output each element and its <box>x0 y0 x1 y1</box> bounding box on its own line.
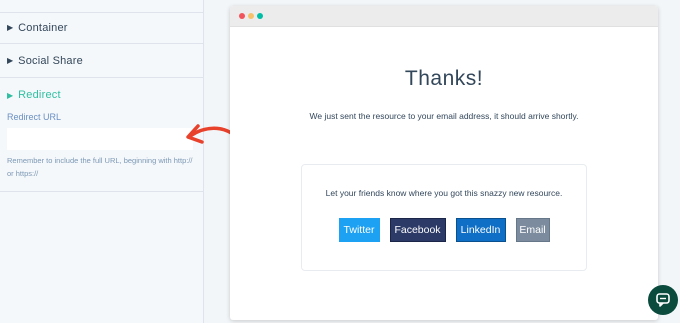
browser-toolbar <box>230 6 658 27</box>
thanks-heading: Thanks! <box>404 67 484 90</box>
redirect-url-input[interactable] <box>7 128 193 150</box>
redirect-settings: Redirect URL Remember to include the ful… <box>0 112 203 180</box>
caret-right-icon: ▶ <box>7 23 14 32</box>
chat-bubble-icon <box>656 293 670 307</box>
settings-sidebar: ▶ Container ▶ Social Share ▶ Redirect Re… <box>0 0 204 323</box>
section-label: Container <box>18 21 68 34</box>
share-buttons: Twitter Facebook LinkedIn Email <box>302 218 586 242</box>
section-redirect[interactable]: ▶ Redirect <box>0 80 203 110</box>
section-label: Redirect <box>18 89 61 101</box>
maximize-dot-icon <box>257 13 263 19</box>
divider <box>0 12 204 13</box>
twitter-share-button[interactable]: Twitter <box>338 218 380 242</box>
linkedin-share-button[interactable]: LinkedIn <box>455 218 506 242</box>
facebook-share-button[interactable]: Facebook <box>389 218 446 242</box>
redirect-url-label: Redirect URL <box>7 112 62 122</box>
section-container[interactable]: ▶ Container <box>0 0 203 44</box>
section-social-share[interactable]: ▶ Social Share <box>0 44 203 78</box>
preview-window: Thanks! We just sent the resource to you… <box>230 6 658 320</box>
minimize-dot-icon <box>248 13 254 19</box>
section-label: Social Share <box>18 54 83 67</box>
caret-right-icon: ▶ <box>7 90 14 100</box>
chat-button[interactable] <box>648 285 678 315</box>
close-dot-icon <box>239 13 245 19</box>
confirmation-message: We just sent the resource to your email … <box>309 111 579 121</box>
email-share-button[interactable]: Email <box>515 218 550 242</box>
redirect-help-text: Remember to include the full URL, beginn… <box>7 156 193 178</box>
share-prompt: Let your friends know where you got this… <box>325 188 563 198</box>
divider <box>0 191 204 192</box>
caret-right-icon: ▶ <box>7 56 14 65</box>
social-share-box: Let your friends know where you got this… <box>301 164 587 271</box>
